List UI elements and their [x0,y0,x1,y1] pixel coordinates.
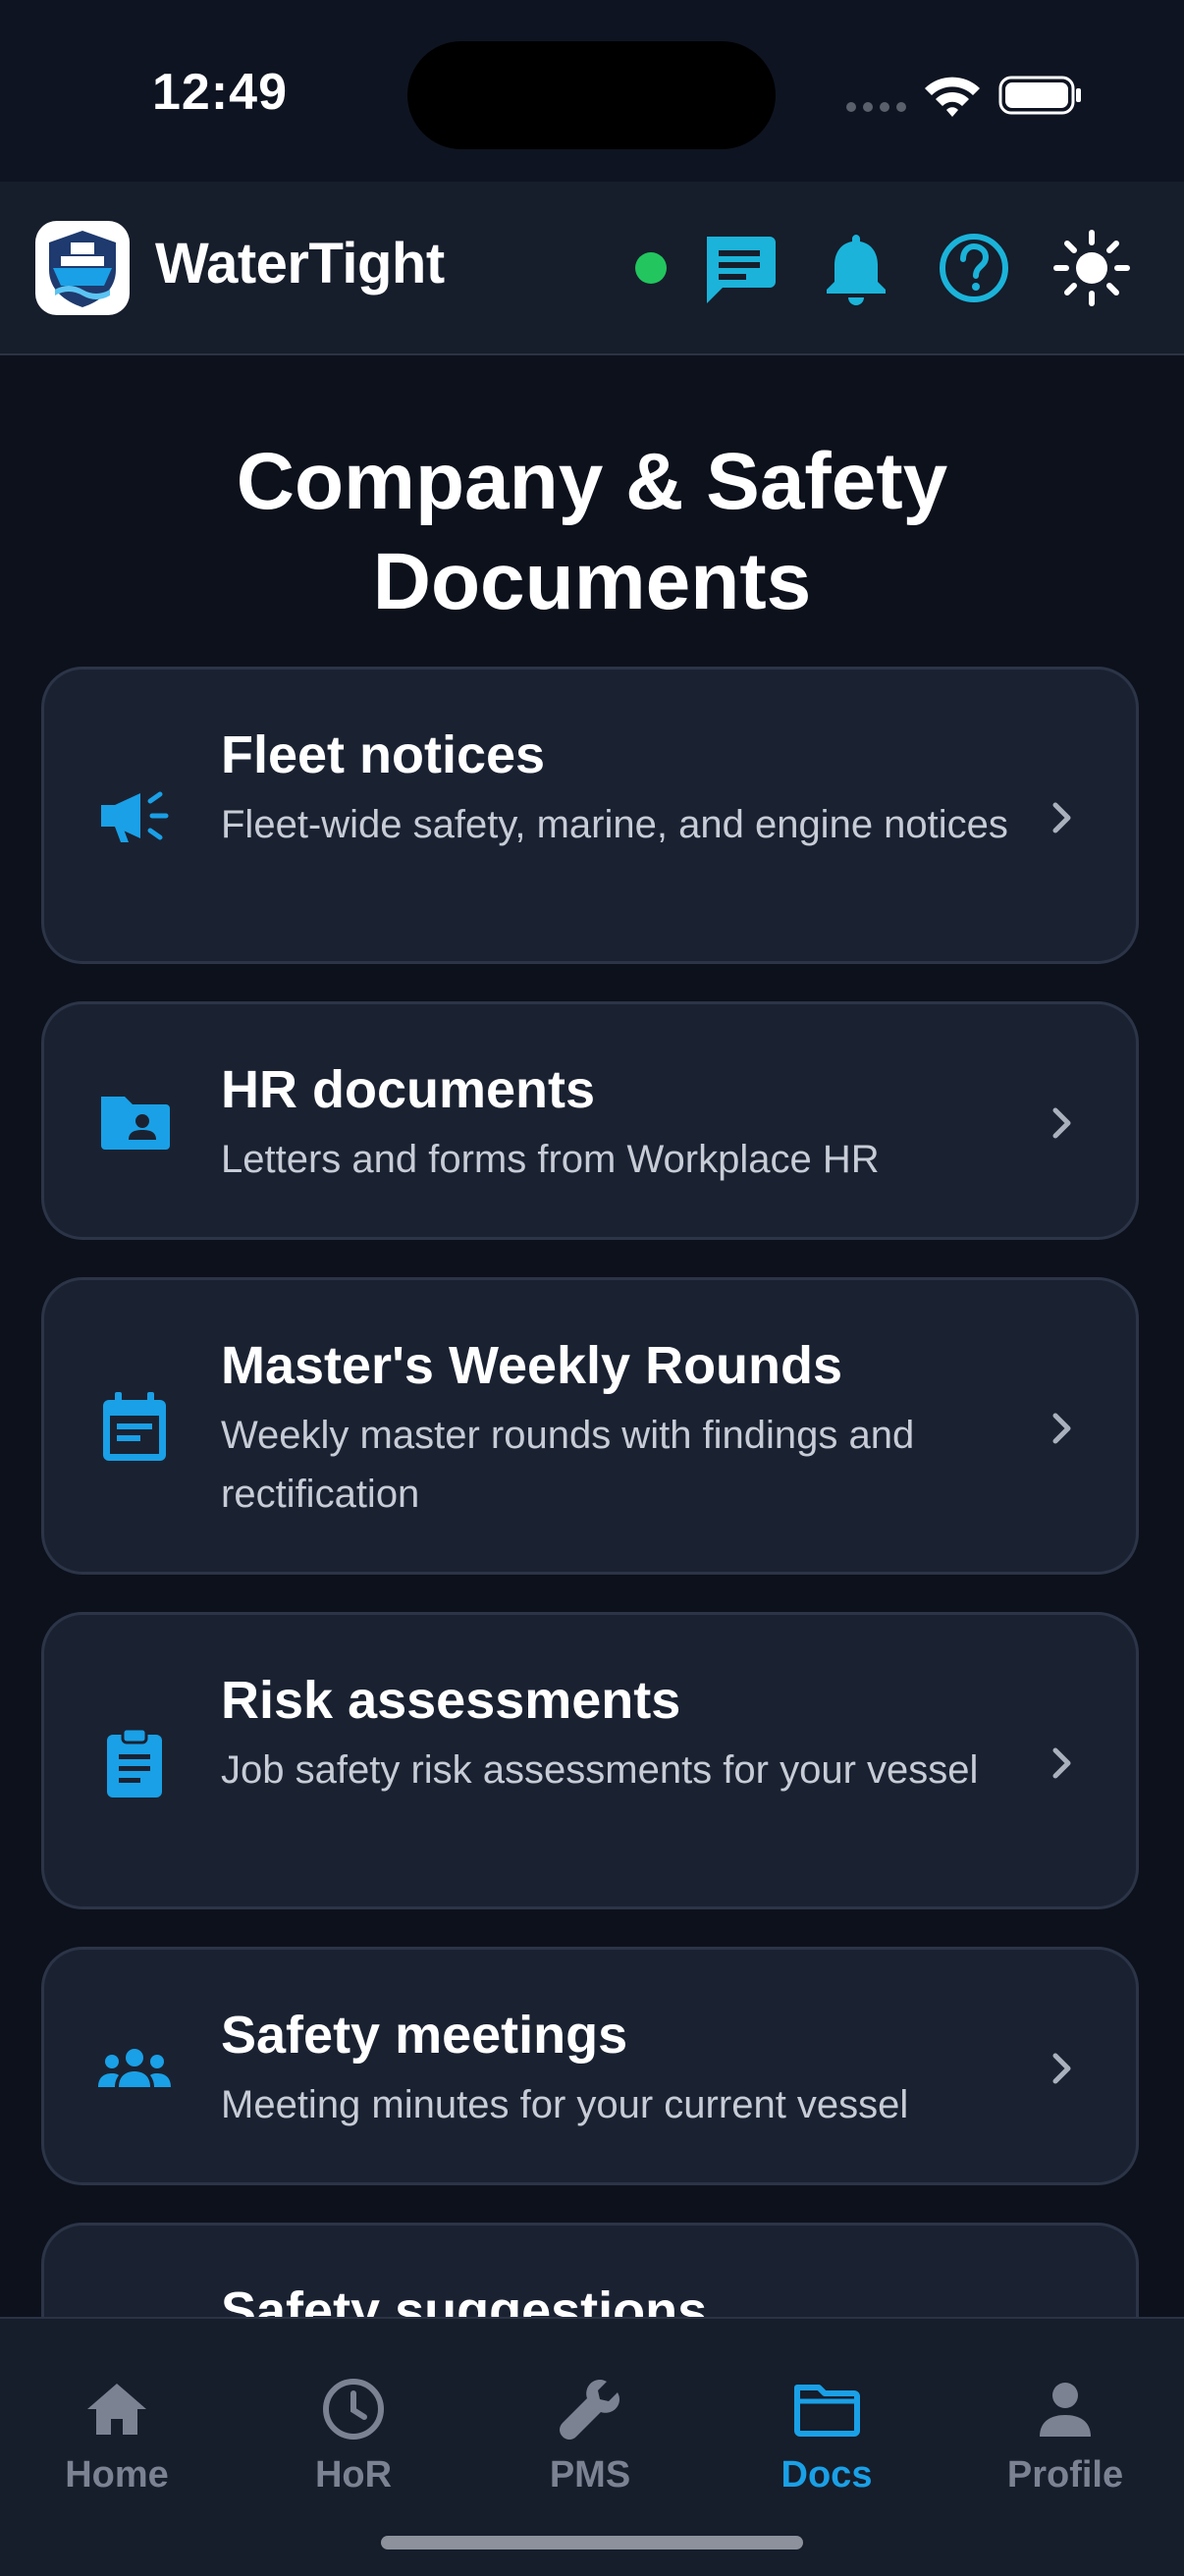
card-title: Master's Weekly Rounds [221,1336,843,1395]
folder-person-icon [101,1097,170,1150]
sun-icon[interactable] [1050,227,1133,309]
app-name: WaterTight [155,232,445,295]
card-masters-weekly-rounds[interactable]: Master's Weekly Rounds Weekly master rou… [41,1277,1139,1575]
wifi-icon [925,77,980,117]
card-title: Risk assessments [221,1671,681,1730]
card-safety-meetings[interactable]: Safety meetings Meeting minutes for your… [41,1947,1139,2185]
folder-icon [794,2385,860,2437]
card-risk-assessments[interactable]: Risk assessments Job safety risk assessm… [41,1612,1139,1909]
nav-item-hor[interactable]: HoR [255,2374,452,2496]
chevron-right-icon [1052,2053,1071,2084]
card-hr-documents[interactable]: HR documents Letters and forms from Work… [41,1001,1139,1240]
status-time: 12:49 [152,64,288,121]
card-description: Fleet-wide safety, marine, and engine no… [221,803,1008,846]
nav-label: Home [65,2454,169,2496]
page-title-line-2: Documents [372,537,812,626]
help-icon[interactable] [933,227,1015,309]
chevron-right-icon [1052,1413,1071,1444]
status-bar: 12:49 [0,0,1184,182]
nav-label: PMS [549,2454,631,2496]
chevron-right-icon [1052,1747,1071,1779]
battery-icon [998,76,1081,115]
card-description: Letters and forms from Workplace HR [221,1138,880,1181]
group-icon [98,2049,171,2087]
card-description: Job safety risk assessments for your ves… [221,1748,979,1792]
home-icon [87,2384,146,2435]
nav-label: Profile [1006,2454,1124,2496]
chevron-right-icon [1052,802,1071,833]
home-indicator [381,2536,803,2549]
page-title: Company & Safety Documents [0,432,1184,632]
card-description: Meeting minutes for your current vessel [221,2083,909,2126]
card-fleet-notices[interactable]: Fleet notices Fleet-wide safety, marine,… [41,667,1139,964]
dynamic-island [407,41,776,149]
card-title: Safety meetings [221,2006,628,2065]
online-status-dot [635,252,667,284]
nav-label: Docs [780,2454,873,2496]
page-title-line-1: Company & Safety [236,437,948,526]
ship-logo-icon[interactable] [35,221,130,315]
clipboard-icon [107,1727,162,1798]
bell-icon[interactable] [815,227,897,309]
wrench-icon [560,2380,619,2440]
card-description: Weekly master rounds with findings and r… [221,1414,915,1516]
nav-item-docs[interactable]: Docs [728,2374,925,2496]
megaphone-icon [101,791,169,842]
card-title: Fleet notices [221,725,546,784]
nav-item-profile[interactable]: Profile [967,2374,1163,2496]
cellular-signal-icon [846,102,907,114]
clock-icon [323,2379,384,2440]
card-title: HR documents [221,1060,596,1119]
person-icon [1040,2383,1091,2437]
calendar-icon [103,1392,166,1461]
nav-item-home[interactable]: Home [19,2374,215,2496]
nav-item-pms[interactable]: PMS [492,2374,688,2496]
nav-label: HoR [314,2454,393,2496]
app-header: WaterTight [0,182,1184,355]
chat-icon[interactable] [697,227,780,309]
chevron-right-icon [1052,1107,1071,1139]
